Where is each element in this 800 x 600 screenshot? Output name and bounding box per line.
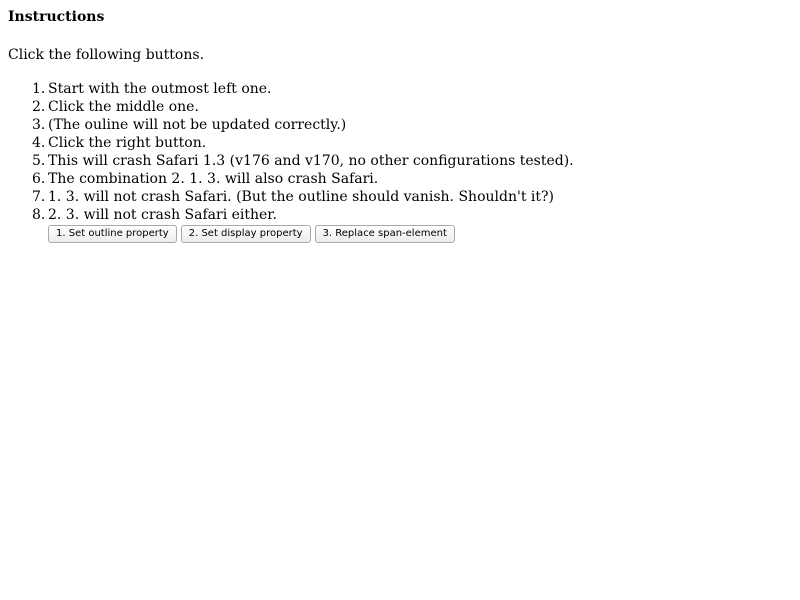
instruction-list: 1. Start with the outmost left one. 2. Cli… xyxy=(8,80,792,224)
list-item-number: 2. xyxy=(32,99,46,115)
list-item: 4. Click the right button. xyxy=(32,134,792,152)
list-item: 2. Click the middle one. xyxy=(32,98,792,116)
list-item-text: (The ouline will not be updated correctl… xyxy=(48,117,347,133)
intro-text: Click the following buttons. xyxy=(8,47,205,63)
list-item: 8. 2. 3. will not crash Safari either. xyxy=(32,206,792,224)
list-item-number: 8. xyxy=(32,207,46,223)
list-item: 1. Start with the outmost left one. xyxy=(32,80,792,98)
replace-span-button[interactable]: 3. Replace span-element xyxy=(314,225,455,243)
list-item-text: The combination 2. 1. 3. will also crash… xyxy=(48,171,379,187)
list-item-text: This will crash Safari 1.3 (v176 and v17… xyxy=(48,153,574,169)
page-title: Instructions xyxy=(8,9,105,25)
list-item: 3. (The ouline will not be updated correc… xyxy=(32,116,792,134)
list-item-number: 5. xyxy=(32,153,46,169)
list-item-number: 4. xyxy=(32,135,46,151)
list-item-text: Start with the outmost left one. xyxy=(48,81,272,97)
list-item-text: 2. 3. will not crash Safari either. xyxy=(48,207,277,223)
button-row: 1. Set outline property 2. Set display p… xyxy=(48,225,792,243)
list-item-number: 6. xyxy=(32,171,46,187)
list-item-text: 1. 3. will not crash Safari. (But the ou… xyxy=(48,189,554,205)
list-item-number: 1. xyxy=(32,81,46,97)
list-item: 6. The combination 2. 1. 3. will also cra… xyxy=(32,170,792,188)
list-item-number: 3. xyxy=(32,117,46,133)
page: Instructions Click the following buttons… xyxy=(0,0,800,600)
set-display-button[interactable]: 2. Set display property xyxy=(180,225,311,243)
list-item-text: Click the middle one. xyxy=(48,99,199,115)
list-item-text: Click the right button. xyxy=(48,135,207,151)
list-item: 5. This will crash Safari 1.3 (v176 and v… xyxy=(32,152,792,170)
list-item: 7. 1. 3. will not crash Safari. (But the … xyxy=(32,188,792,206)
list-item-number: 7. xyxy=(32,189,46,205)
set-outline-button[interactable]: 1. Set outline property xyxy=(48,225,177,243)
